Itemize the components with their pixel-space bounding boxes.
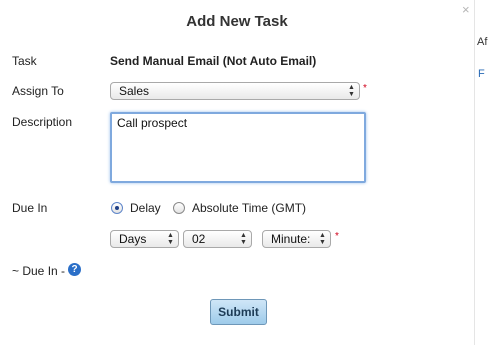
due-in-required-mark: *: [335, 231, 339, 242]
task-value: Send Manual Email (Not Auto Email): [110, 54, 317, 68]
due-in-label: Due In: [12, 201, 48, 215]
due-subunit-select[interactable]: Minute: ▲ ▼: [262, 230, 331, 248]
submit-button[interactable]: Submit: [210, 299, 267, 325]
assign-to-value: Sales: [119, 84, 150, 98]
close-icon[interactable]: ×: [462, 2, 470, 17]
due-in-summary-label: ~ Due In -: [12, 264, 66, 278]
assign-to-required-mark: *: [363, 83, 367, 94]
task-label: Task: [12, 54, 37, 68]
due-amount-select[interactable]: 02 ▲ ▼: [183, 230, 252, 248]
add-task-dialog: Add New Task × Task Send Manual Email (N…: [0, 0, 474, 345]
background-fragment: F: [478, 68, 485, 80]
background-page-strip: Af F: [474, 0, 488, 345]
radio-selected-dot: [115, 206, 119, 210]
delay-radio-label[interactable]: Delay: [130, 201, 161, 215]
help-icon[interactable]: ?: [68, 263, 81, 276]
description-label: Description: [12, 115, 73, 129]
dialog-title: Add New Task: [186, 13, 288, 30]
background-fragment: Af: [477, 36, 488, 48]
absolute-time-radio-label[interactable]: Absolute Time (GMT): [192, 201, 306, 215]
due-unit-value: Days: [119, 232, 147, 246]
delay-radio[interactable]: [111, 202, 123, 214]
select-arrows-icon: ▲ ▼: [167, 232, 174, 246]
select-arrows-icon: ▲ ▼: [319, 232, 326, 246]
assign-to-label: Assign To: [12, 84, 64, 98]
due-amount-value: 02: [192, 232, 206, 246]
select-arrows-icon: ▲ ▼: [348, 84, 355, 98]
description-textarea[interactable]: Call prospect: [110, 112, 366, 183]
absolute-time-radio[interactable]: [173, 202, 185, 214]
due-unit-select[interactable]: Days ▲ ▼: [110, 230, 179, 248]
assign-to-select[interactable]: Sales ▲ ▼: [110, 82, 360, 100]
due-subunit-value: Minute:: [271, 232, 311, 246]
select-arrows-icon: ▲ ▼: [240, 232, 247, 246]
